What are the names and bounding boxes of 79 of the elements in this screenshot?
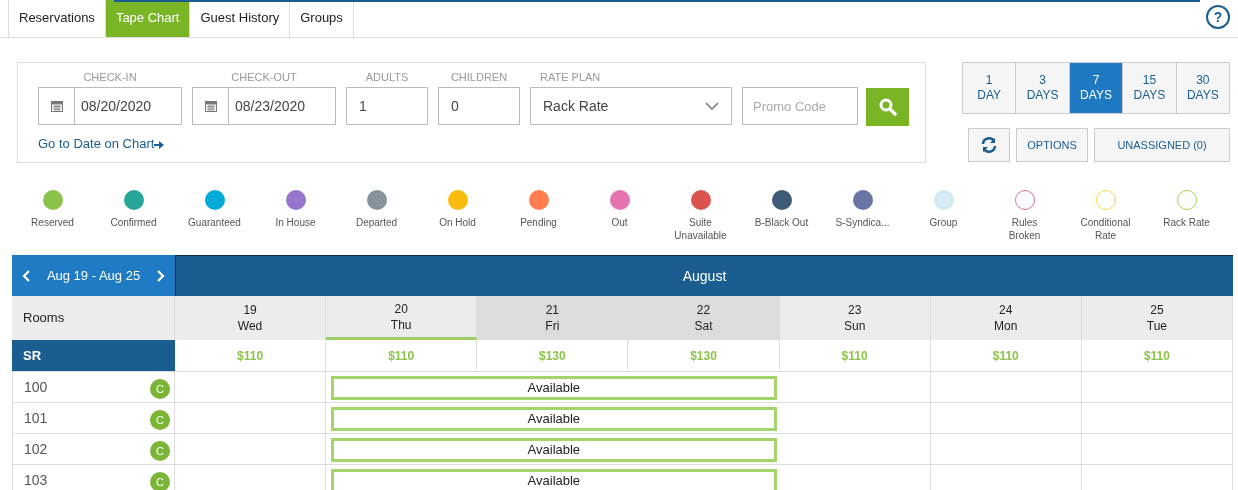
chevron-right-icon[interactable] (157, 269, 165, 282)
options-button[interactable]: OPTIONS (1016, 128, 1088, 162)
room-number: 100 (24, 377, 48, 397)
rate: $110 (992, 347, 1019, 365)
legend-label: Suite Unavailable (674, 216, 727, 242)
range-button[interactable]: 30 DAYS (1175, 63, 1230, 113)
rate: $130 (690, 347, 717, 365)
column-header: Rooms (23, 309, 65, 328)
day-header[interactable]: 21 Fri (477, 296, 629, 340)
date-field[interactable]: 08/23/2020 (192, 87, 336, 125)
rate: $110 (1143, 347, 1170, 365)
month-title: August (682, 266, 727, 286)
range-button[interactable]: 15 DAYS (1122, 63, 1176, 113)
field-label: RATE PLAN (539, 70, 602, 85)
input-field[interactable]: 0 (438, 87, 520, 125)
day-header[interactable]: 19 Wed (175, 296, 327, 340)
rate: $110 (237, 347, 264, 365)
field-label: ADULTS (364, 70, 410, 85)
unassigned-button[interactable]: UNASSIGNED (0) (1094, 128, 1230, 162)
help-button[interactable]: ? (1206, 5, 1230, 29)
go-to-date-link[interactable]: Go to Date on Chart (38, 134, 165, 154)
room-number: 101 (24, 408, 48, 428)
rate: $110 (841, 347, 868, 365)
range-button[interactable]: 7 DAYS (1068, 63, 1123, 113)
calendar-icon (50, 100, 63, 112)
day-header[interactable]: 24 Mon (930, 296, 1082, 340)
field-label: CHECK-OUT (230, 70, 298, 85)
refresh-button[interactable] (968, 128, 1010, 162)
promo-code-field[interactable]: Promo Code (742, 87, 858, 125)
tab[interactable]: Reservations (8, 0, 106, 37)
day-header[interactable]: 25 Tue (1081, 296, 1233, 340)
rate: $110 (388, 347, 415, 365)
legend-label: Pending (520, 216, 557, 229)
room-number: 103 (24, 470, 48, 490)
legend-label: On Hold (439, 216, 476, 229)
availability-block[interactable]: Available (331, 407, 777, 431)
legend-label: In House (275, 216, 316, 229)
arrow-right-icon (154, 140, 165, 149)
search-button[interactable] (866, 88, 909, 126)
room-type: SR (23, 346, 42, 365)
range-button[interactable]: 3 DAYS (1015, 63, 1069, 113)
legend-label: Group (929, 216, 958, 229)
legend-label: Rack Rate (1163, 216, 1210, 229)
range-button[interactable]: 1 DAY (963, 63, 1016, 113)
room-status-badge: C (150, 379, 170, 399)
legend-label: B-Black Out (754, 216, 809, 229)
field-label: CHILDREN (449, 70, 509, 85)
rate-plan-select[interactable]: Rack Rate (530, 87, 732, 125)
tab[interactable]: Guest History (190, 0, 291, 37)
day-header[interactable]: 20 Thu (326, 296, 478, 340)
day-header[interactable]: 22 Sat (628, 296, 780, 340)
refresh-icon (980, 136, 998, 154)
availability-block[interactable]: Available (331, 376, 777, 400)
room-status-badge: C (150, 441, 170, 461)
date-range: Aug 19 - Aug 25 (46, 266, 141, 285)
availability-block[interactable]: Available (331, 469, 777, 490)
room-number: 102 (24, 439, 48, 459)
legend-label: Guaranteed (188, 216, 241, 229)
date-field[interactable]: 08/20/2020 (38, 87, 182, 125)
date-range-nav[interactable]: Aug 19 - Aug 25 (12, 255, 175, 296)
legend-label: Conditional Rate (1080, 216, 1131, 242)
field-label: CHECK-IN (82, 70, 138, 85)
legend-label: Confirmed (110, 216, 157, 229)
room-status-badge: C (150, 410, 170, 430)
tab[interactable]: Groups (290, 0, 354, 37)
calendar-icon (204, 100, 217, 112)
chevron-down-icon (705, 102, 719, 110)
input-field[interactable]: 1 (346, 87, 428, 125)
chevron-left-icon[interactable] (22, 269, 30, 282)
legend-label: Reserved (31, 216, 74, 229)
legend-label: S-Syndica... (835, 216, 890, 229)
legend-label: Out (611, 216, 628, 229)
legend-label: Departed (355, 216, 398, 229)
search-icon (878, 98, 897, 116)
availability-block[interactable]: Available (331, 438, 777, 462)
room-status-badge: C (150, 472, 170, 490)
rate: $130 (539, 347, 566, 365)
legend-label: Rules Broken (1008, 216, 1041, 242)
day-header[interactable]: 23 Sun (779, 296, 931, 340)
